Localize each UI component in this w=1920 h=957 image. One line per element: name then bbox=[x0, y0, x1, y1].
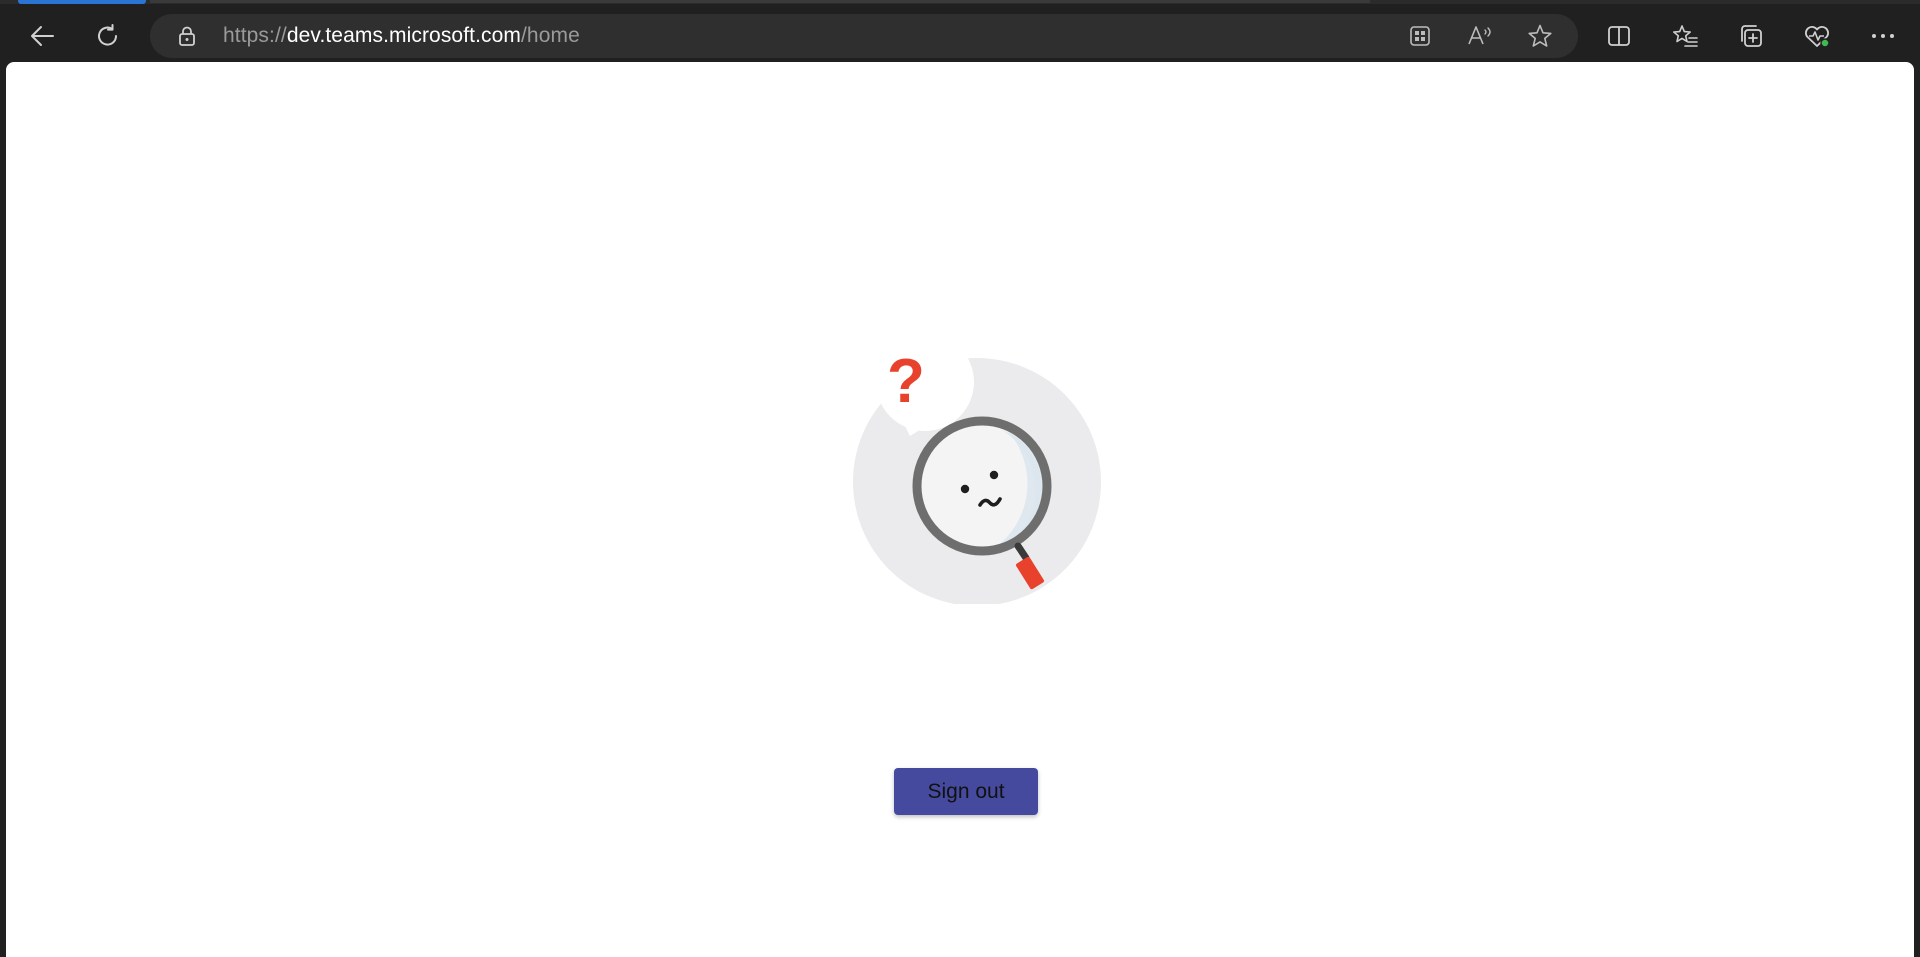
url-text[interactable]: https://dev.teams.microsoft.com/home bbox=[223, 25, 580, 47]
favorites-list-icon bbox=[1671, 23, 1699, 49]
favorite-star-icon[interactable] bbox=[1525, 21, 1555, 51]
read-aloud-icon[interactable] bbox=[1465, 21, 1495, 51]
back-button[interactable] bbox=[22, 16, 62, 56]
lock-icon[interactable] bbox=[176, 25, 198, 47]
not-found-illustration: ? bbox=[844, 284, 1124, 606]
refresh-icon bbox=[95, 23, 121, 49]
more-options-button[interactable] bbox=[1863, 16, 1903, 56]
browser-essentials-icon bbox=[1803, 23, 1831, 49]
url-host: dev.teams.microsoft.com bbox=[286, 24, 521, 47]
magnifier-question-icon: ? bbox=[853, 333, 1101, 606]
collections-button[interactable] bbox=[1731, 16, 1771, 56]
sign-out-button[interactable]: Sign out bbox=[894, 768, 1038, 815]
collections-icon bbox=[1738, 23, 1764, 49]
url-scheme: https:// bbox=[223, 24, 287, 47]
page-viewport: ? Sign out bbox=[6, 62, 1914, 957]
app-available-icon[interactable] bbox=[1405, 21, 1435, 51]
browser-toolbar: https://dev.teams.microsoft.com/home bbox=[0, 4, 1920, 62]
url-path: /home bbox=[520, 24, 580, 47]
split-screen-icon bbox=[1606, 24, 1632, 48]
browser-essentials-button[interactable] bbox=[1797, 16, 1837, 56]
tab-strip-line bbox=[150, 0, 1370, 3]
favorites-button[interactable] bbox=[1665, 16, 1705, 56]
split-screen-button[interactable] bbox=[1599, 16, 1639, 56]
more-options-icon bbox=[1870, 32, 1896, 40]
refresh-button[interactable] bbox=[88, 16, 128, 56]
address-bar[interactable]: https://dev.teams.microsoft.com/home bbox=[150, 14, 1578, 58]
back-arrow-icon bbox=[29, 24, 55, 48]
question-mark: ? bbox=[887, 347, 925, 416]
